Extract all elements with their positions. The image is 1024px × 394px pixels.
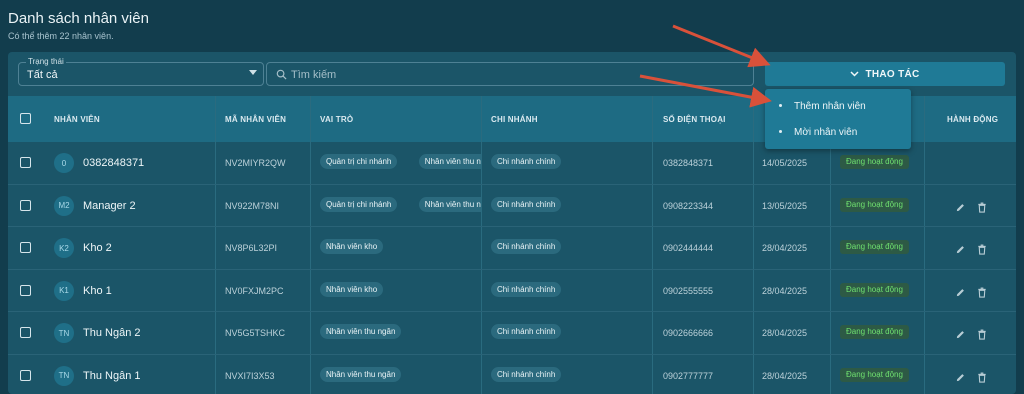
annotation-arrow: [672, 24, 771, 68]
annotation-arrows: [639, 24, 772, 108]
annotation-arrow: [639, 74, 772, 108]
